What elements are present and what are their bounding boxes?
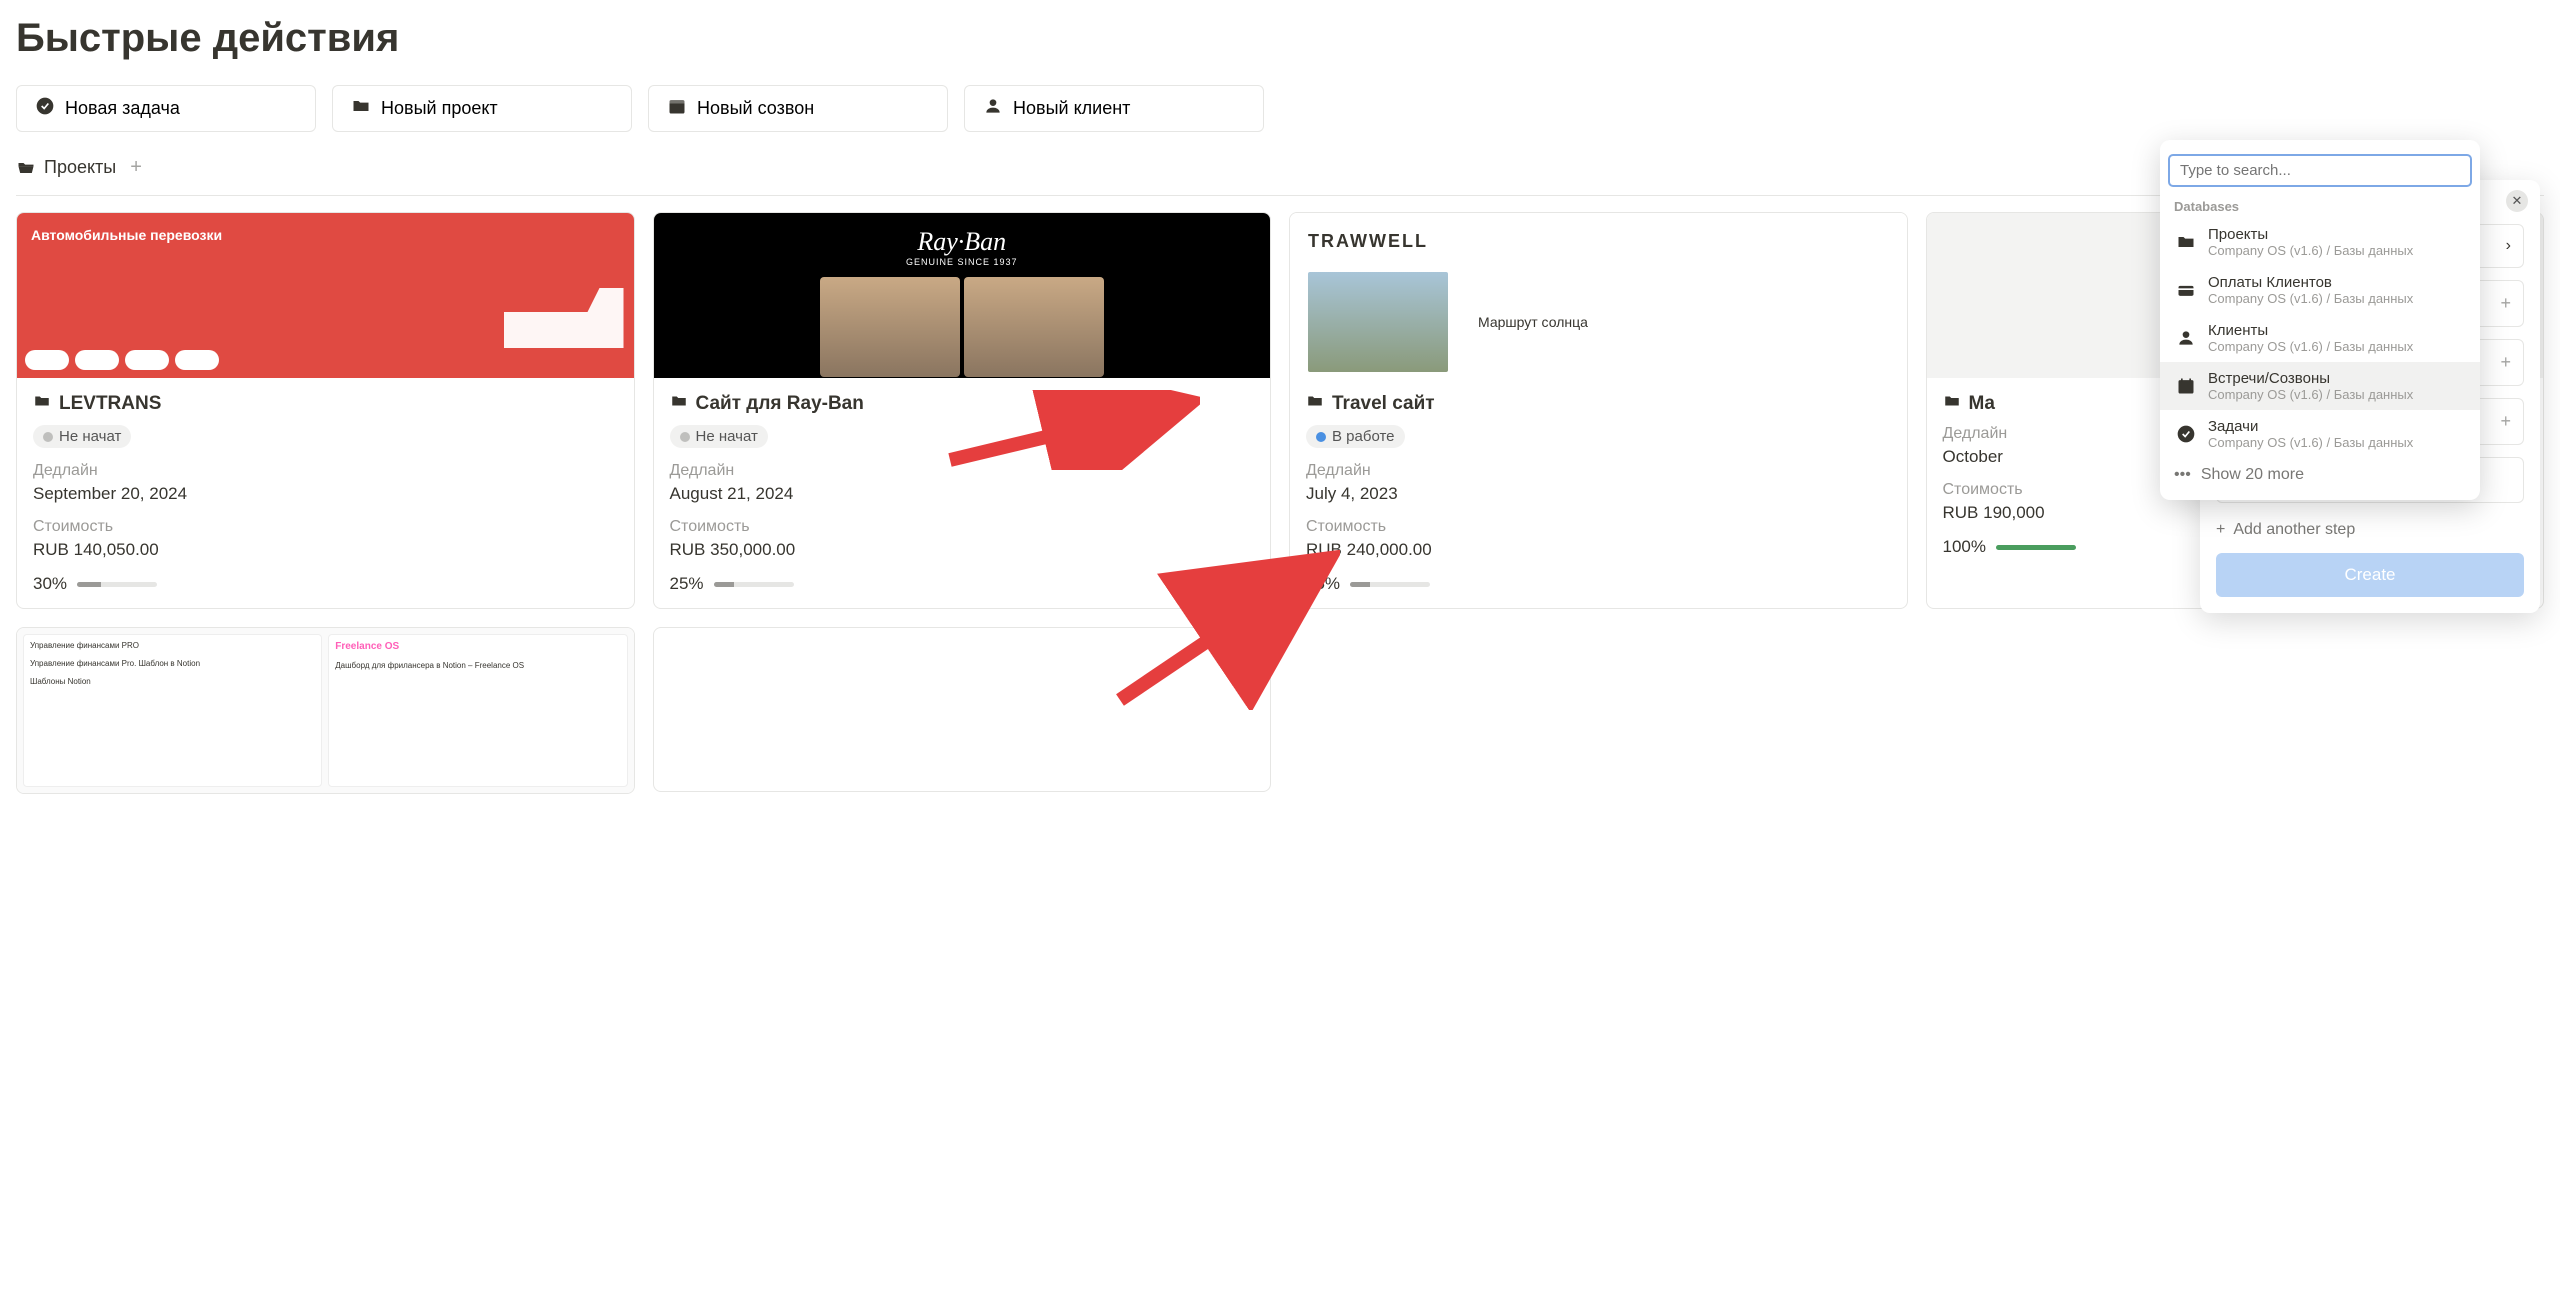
option-name: Проекты <box>2208 226 2413 243</box>
progress-percent: 100% <box>1943 537 1986 557</box>
cover-subtext: Маршрут солнца <box>1478 314 1588 330</box>
option-name: Клиенты <box>2208 322 2413 339</box>
cover-text: Управление финансами PRO <box>30 641 315 650</box>
add-another-step[interactable]: + Add another step <box>2216 515 2524 553</box>
search-input[interactable] <box>2168 154 2472 187</box>
cover-text: Freelance OS <box>335 641 620 652</box>
annotation-arrow <box>1110 550 1340 710</box>
cover-text: Шаблоны Notion <box>30 677 315 686</box>
folder-icon <box>351 96 371 121</box>
cover-subtext: GENUINE SINCE 1937 <box>906 257 1018 267</box>
deadline-label: Дедлайн <box>33 462 618 480</box>
cost-label: Стоимость <box>1306 518 1891 536</box>
status-badge: Не начат <box>670 425 768 448</box>
folder-icon <box>1943 392 1961 415</box>
progress-bar <box>1350 582 1430 587</box>
plus-icon: + <box>2216 521 2225 539</box>
folder-icon <box>1306 392 1324 415</box>
popover-heading: Databases <box>2160 195 2480 218</box>
card-cover: Управление финансами PRO Управление фина… <box>17 628 634 793</box>
ellipsis-icon: ••• <box>2174 466 2191 484</box>
project-name: Сайт для Ray-Ban <box>696 393 864 415</box>
cover-text: Управление финансами Pro. Шаблон в Notio… <box>30 659 315 668</box>
folder-icon <box>2174 230 2198 254</box>
cover-text: Ray·Ban <box>917 227 1006 257</box>
cost-value: RUB 240,000.00 <box>1306 540 1891 560</box>
new-task-button[interactable]: Новая задача <box>16 85 316 132</box>
cost-label: Стоимость <box>33 518 618 536</box>
option-path: Company OS (v1.6) / Базы данных <box>2208 243 2413 258</box>
folder-open-icon <box>16 158 36 178</box>
cover-text: Дашборд для фрилансера в Notion – Freela… <box>335 661 620 670</box>
status-badge: В работе <box>1306 425 1405 448</box>
deadline-value: September 20, 2024 <box>33 484 618 504</box>
qa-label: Новая задача <box>65 98 180 119</box>
database-option-tasks[interactable]: ЗадачиCompany OS (v1.6) / Базы данных <box>2160 410 2480 458</box>
user-icon <box>2174 326 2198 350</box>
progress-percent: 30% <box>33 574 67 594</box>
progress-bar <box>714 582 794 587</box>
folder-icon <box>33 392 51 415</box>
create-button[interactable]: Create <box>2216 553 2524 597</box>
calendar-icon <box>667 96 687 121</box>
close-button[interactable]: ✕ <box>2506 190 2528 212</box>
project-name: Travel сайт <box>1332 393 1435 415</box>
new-client-button[interactable]: Новый клиент <box>964 85 1264 132</box>
plus-icon[interactable]: + <box>2500 411 2511 432</box>
qa-label: Новый проект <box>381 98 498 119</box>
show-more-label: Show 20 more <box>2201 466 2304 484</box>
qa-label: Новый созвон <box>697 98 814 119</box>
project-card[interactable]: Управление финансами PRO Управление фина… <box>16 627 635 794</box>
database-picker-popover: Databases ПроектыCompany OS (v1.6) / Баз… <box>2160 140 2480 500</box>
deadline-value: August 21, 2024 <box>670 484 1255 504</box>
plus-icon[interactable]: + <box>2500 293 2511 314</box>
folder-icon <box>670 392 688 415</box>
option-name: Встречи/Созвоны <box>2208 370 2413 387</box>
add-step-label: Add another step <box>2233 521 2355 539</box>
deadline-value: July 4, 2023 <box>1306 484 1891 504</box>
option-path: Company OS (v1.6) / Базы данных <box>2208 387 2413 402</box>
card-cover: Автомобильные перевозки <box>17 213 634 378</box>
project-name: Ma <box>1969 393 1995 415</box>
progress-percent: 25% <box>670 574 704 594</box>
new-call-button[interactable]: Новый созвон <box>648 85 948 132</box>
section-title[interactable]: Проекты <box>44 157 116 178</box>
card-cover: TRAWWELL Маршрут солнца <box>1290 213 1907 378</box>
database-option-projects[interactable]: ПроектыCompany OS (v1.6) / Базы данных <box>2160 218 2480 266</box>
qa-label: Новый клиент <box>1013 98 1130 119</box>
option-path: Company OS (v1.6) / Базы данных <box>2208 339 2413 354</box>
show-more-button[interactable]: ••• Show 20 more <box>2160 458 2480 492</box>
page-title: Быстрые действия <box>16 16 2544 61</box>
plus-icon[interactable]: + <box>2500 352 2511 373</box>
project-card[interactable]: Автомобильные перевозки LEVTRANS Не нача… <box>16 212 635 609</box>
option-name: Оплаты Клиентов <box>2208 274 2413 291</box>
card-cover: Ray·Ban GENUINE SINCE 1937 <box>654 213 1271 378</box>
cover-text: Автомобильные перевозки <box>17 213 634 257</box>
progress-bar <box>1996 545 2076 550</box>
cost-value: RUB 140,050.00 <box>33 540 618 560</box>
annotation-arrow <box>940 390 1200 470</box>
chevron-right-icon: › <box>2506 237 2511 255</box>
add-view-button[interactable]: + <box>130 156 142 179</box>
database-option-meetings[interactable]: Встречи/СозвоныCompany OS (v1.6) / Базы … <box>2160 362 2480 410</box>
project-card[interactable]: TRAWWELL Маршрут солнца Travel сайт В ра… <box>1289 212 1908 609</box>
database-option-payments[interactable]: Оплаты КлиентовCompany OS (v1.6) / Базы … <box>2160 266 2480 314</box>
option-name: Задачи <box>2208 418 2413 435</box>
check-circle-icon <box>35 96 55 121</box>
option-path: Company OS (v1.6) / Базы данных <box>2208 291 2413 306</box>
database-option-clients[interactable]: КлиентыCompany OS (v1.6) / Базы данных <box>2160 314 2480 362</box>
project-name: LEVTRANS <box>59 393 161 415</box>
check-circle-icon <box>2174 422 2198 446</box>
new-project-button[interactable]: Новый проект <box>332 85 632 132</box>
option-path: Company OS (v1.6) / Базы данных <box>2208 435 2413 450</box>
user-icon <box>983 96 1003 121</box>
status-badge: Не начат <box>33 425 131 448</box>
deadline-label: Дедлайн <box>1306 462 1891 480</box>
calendar-icon <box>2174 374 2198 398</box>
cost-label: Стоимость <box>670 518 1255 536</box>
payment-icon <box>2174 278 2198 302</box>
quick-actions-row: Новая задача Новый проект Новый созвон Н… <box>16 85 2544 132</box>
progress-bar <box>77 582 157 587</box>
cover-text: TRAWWELL <box>1308 231 1889 252</box>
